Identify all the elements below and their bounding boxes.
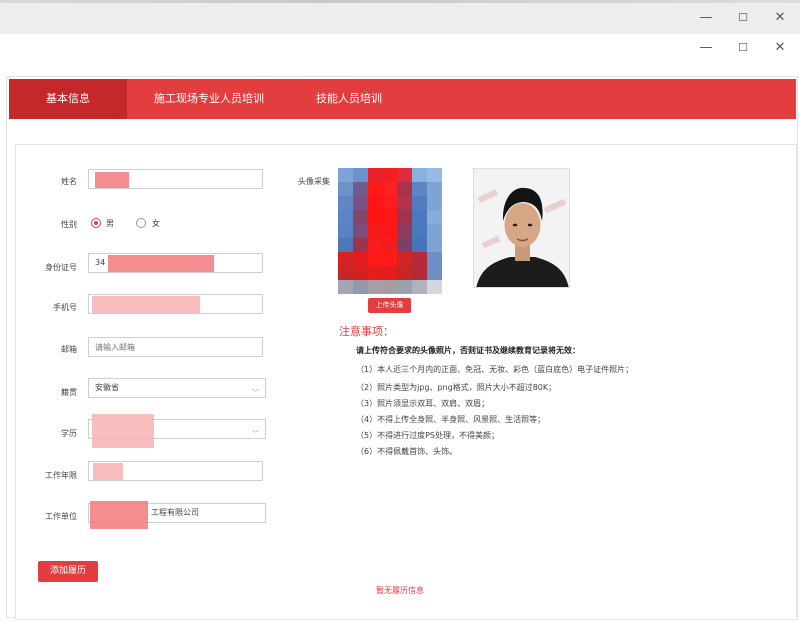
no-history-text: 暂无履历信息	[376, 586, 424, 595]
gender-male-radio[interactable]	[91, 218, 101, 228]
gender-label: 性别	[61, 220, 77, 229]
native-place-select[interactable]: 安徽省 ﹀	[88, 378, 266, 398]
phone-redaction	[92, 296, 200, 313]
background-title-strip	[0, 0, 800, 3]
native-place-value: 安徽省	[95, 383, 119, 392]
native-place-label: 籍贯	[61, 388, 77, 397]
phone-label: 手机号	[53, 303, 77, 312]
name-label: 姓名	[61, 177, 77, 186]
photo-preview-pixelated	[338, 168, 442, 294]
gender-female-label: 女	[152, 219, 160, 228]
bg-close-button[interactable]: ✕	[768, 7, 792, 27]
id-number-redaction	[108, 255, 214, 272]
note-item: （6）不得佩戴首饰、头饰。	[356, 447, 458, 456]
email-label: 邮箱	[61, 345, 77, 354]
tab-basic-info[interactable]: 基本信息	[9, 79, 127, 119]
chevron-down-icon: ﹀	[252, 389, 259, 397]
notes-title: 注意事项：	[339, 325, 394, 338]
bg-maximize-button[interactable]: ☐	[731, 7, 755, 27]
note-item: （4）不得上传全身照、半身照、风景照、生活照等；	[356, 415, 546, 424]
upload-photo-button[interactable]: 上传头像	[368, 298, 411, 313]
bg-minimize-button[interactable]: —	[694, 7, 718, 27]
photo-label: 头像采集	[298, 177, 330, 186]
tab-site-professional-training[interactable]: 施工现场专业人员培训	[139, 79, 279, 119]
background-window: — ☐ ✕	[0, 0, 800, 35]
notes-warning: 请上传符合要求的头像照片，否则证书及继续教育记录将无效：	[356, 346, 580, 355]
employer-redaction	[90, 501, 148, 529]
person-portrait-icon	[474, 169, 569, 287]
minimize-button[interactable]: —	[694, 37, 718, 57]
note-item: （3）照片须显示双耳、双肩、双眉；	[356, 399, 490, 408]
chevron-down-icon: ﹀	[252, 430, 259, 438]
name-redaction	[95, 172, 129, 188]
main-window: — ☐ ✕ 基本信息 施工现场专业人员培训 技能人员培训	[0, 34, 800, 622]
work-years-label: 工作年限	[45, 471, 77, 480]
id-number-label: 身份证号	[45, 263, 77, 272]
close-button[interactable]: ✕	[768, 37, 792, 57]
education-redaction	[92, 414, 154, 448]
gender-male-label: 男	[106, 219, 114, 228]
id-photo-preview	[473, 168, 570, 288]
note-item: （2）照片类型为jpg、png格式，照片大小不超过80K；	[356, 383, 557, 392]
tab-bar: 基本信息 施工现场专业人员培训 技能人员培训	[9, 79, 796, 119]
gender-female-radio[interactable]	[136, 218, 146, 228]
employer-label: 工作单位	[45, 512, 77, 521]
email-input[interactable]	[88, 337, 263, 357]
window-titlebar: — ☐ ✕	[0, 34, 800, 70]
note-item: （1）本人近三个月内的正面、免冠、无妆、彩色（蓝白底色）电子证件照片；	[356, 365, 634, 374]
add-history-button[interactable]: 添加履历	[38, 561, 98, 582]
education-label: 学历	[61, 429, 77, 438]
maximize-button[interactable]: ☐	[731, 37, 755, 57]
note-item: （5）不得进行过度PS处理，不得美颜；	[356, 431, 499, 440]
tab-skill-training[interactable]: 技能人员培训	[299, 79, 399, 119]
work-years-redaction	[93, 463, 123, 480]
